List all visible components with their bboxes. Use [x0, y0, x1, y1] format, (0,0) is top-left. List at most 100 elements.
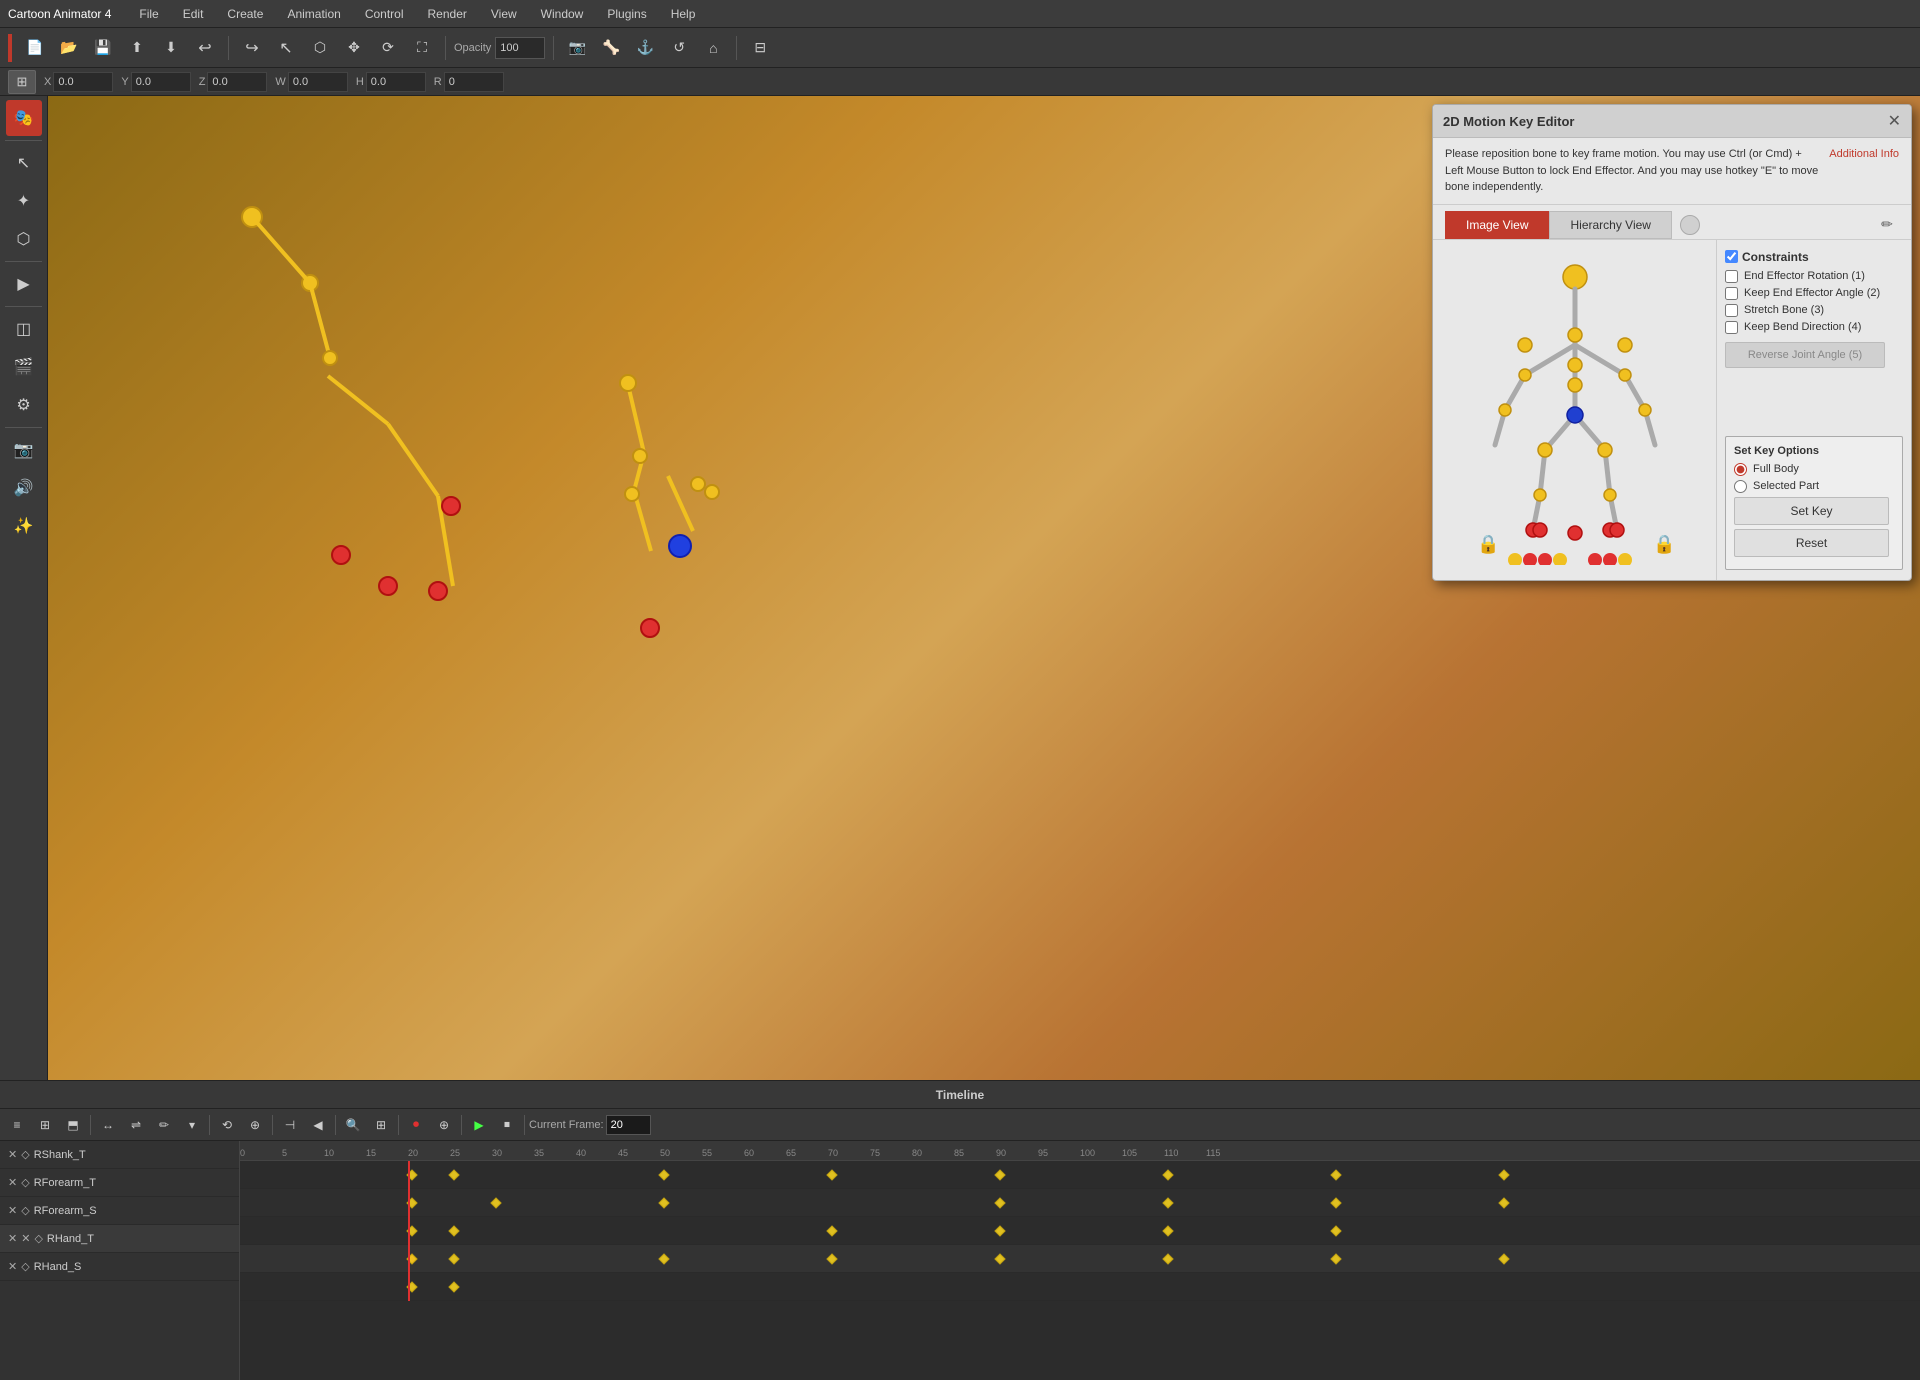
diamond-rshank-6[interactable]	[1330, 1169, 1341, 1180]
menu-window[interactable]: Window	[537, 5, 588, 23]
joint-red-2[interactable]	[378, 576, 398, 596]
skeleton-neck-joint[interactable]	[1568, 328, 1582, 342]
motion-editor-close-button[interactable]: ✕	[1888, 111, 1901, 131]
joint-blue-1[interactable]	[668, 534, 692, 558]
skeleton-bottom-dot-6[interactable]	[1603, 553, 1617, 565]
current-frame-input[interactable]	[606, 1115, 651, 1135]
joint-red-5[interactable]	[640, 618, 660, 638]
sound-lp-button[interactable]: 🔊	[6, 470, 42, 506]
skeleton-chest-joint[interactable]	[1568, 358, 1582, 372]
r-input[interactable]	[444, 72, 504, 92]
skeleton-bottom-dot-4[interactable]	[1553, 553, 1567, 565]
tl-record-button[interactable]: ⏺	[403, 1113, 429, 1137]
rotate-tool[interactable]: ⟳	[373, 34, 403, 62]
track-rforearm-t-remove-icon[interactable]: ✕	[8, 1176, 17, 1189]
track-rshank-remove-icon[interactable]: ✕	[8, 1148, 17, 1161]
joint-red-1[interactable]	[331, 545, 351, 565]
skeleton-right-hip-joint[interactable]	[1598, 443, 1612, 457]
diamond-rhand-t-3[interactable]	[826, 1253, 837, 1264]
home-button[interactable]: ⌂	[698, 34, 728, 62]
tl-list-button[interactable]: ≡	[4, 1113, 30, 1137]
skeleton-right-wrist-joint[interactable]	[1639, 404, 1651, 416]
cb-end-effector-rotation[interactable]	[1725, 270, 1738, 283]
skeleton-left-knee-joint[interactable]	[1534, 489, 1546, 501]
bone-button[interactable]: 🦴	[596, 34, 626, 62]
grid-button[interactable]: ⊞	[8, 70, 36, 94]
tab-image-view[interactable]: Image View	[1445, 211, 1549, 239]
diamond-rhand-t-4[interactable]	[994, 1253, 1005, 1264]
menu-help[interactable]: Help	[667, 5, 700, 23]
diamond-rforearm-s-5[interactable]	[1330, 1225, 1341, 1236]
opacity-input[interactable]	[495, 37, 545, 59]
camera-lp-button[interactable]: 📷	[6, 432, 42, 468]
joint-red-3[interactable]	[428, 581, 448, 601]
tl-grid-button[interactable]: ⊞	[32, 1113, 58, 1137]
track-rforearm-s-diamond-icon[interactable]: ◇	[21, 1204, 29, 1217]
bone-lp-button[interactable]: ✦	[6, 183, 42, 219]
diamond-rforearm-t-2[interactable]	[658, 1197, 669, 1208]
effect-lp-button[interactable]: ✨	[6, 508, 42, 544]
menu-view[interactable]: View	[487, 5, 521, 23]
skeleton-right-shoulder-joint[interactable]	[1618, 338, 1632, 352]
diamond-rhand-t-6[interactable]	[1330, 1253, 1341, 1264]
track-rhand-s-diamond-icon[interactable]: ◇	[21, 1260, 29, 1273]
constraints-master-checkbox[interactable]	[1725, 250, 1738, 263]
w-input[interactable]	[288, 72, 348, 92]
diamond-rhand-t-2[interactable]	[658, 1253, 669, 1264]
skeleton-right-foot-joint-2[interactable]	[1610, 523, 1624, 537]
export-button[interactable]: ⬆	[122, 34, 152, 62]
menu-render[interactable]: Render	[424, 5, 471, 23]
skeleton-left-hip-joint[interactable]	[1538, 443, 1552, 457]
menu-plugins[interactable]: Plugins	[603, 5, 650, 23]
joint-1[interactable]	[322, 350, 338, 366]
canvas-area[interactable]: 2D Motion Key Editor ✕ Please reposition…	[48, 96, 1920, 1080]
diamond-rshank-1[interactable]	[448, 1169, 459, 1180]
diamond-rforearm-t-1[interactable]	[490, 1197, 501, 1208]
menu-control[interactable]: Control	[361, 5, 408, 23]
tl-zoom-out-button[interactable]: 🔍	[340, 1113, 366, 1137]
animate-mode-button[interactable]: 🎭	[6, 100, 42, 136]
set-key-button[interactable]: Set Key	[1734, 497, 1889, 525]
diamond-rshank-4[interactable]	[994, 1169, 1005, 1180]
diamond-rshank-3[interactable]	[826, 1169, 837, 1180]
diamond-rforearm-t-6[interactable]	[1498, 1197, 1509, 1208]
joint-yellow-4[interactable]	[624, 486, 640, 502]
move-tool[interactable]: ✥	[339, 34, 369, 62]
skeleton-right-elbow-joint[interactable]	[1619, 369, 1631, 381]
reset-button[interactable]: Reset	[1734, 529, 1889, 557]
track-rforearm-t-diamond-icon[interactable]: ◇	[21, 1176, 29, 1189]
tl-edit-button[interactable]: ✏	[151, 1113, 177, 1137]
menu-create[interactable]: Create	[223, 5, 267, 23]
radio-full-body-input[interactable]	[1734, 463, 1747, 476]
y-input[interactable]	[131, 72, 191, 92]
menu-file[interactable]: File	[135, 5, 162, 23]
joint-left-shoulder[interactable]	[241, 206, 263, 228]
skeleton-center-foot-joint[interactable]	[1568, 526, 1582, 540]
redo-button[interactable]: ↪	[237, 34, 267, 62]
scale-tool[interactable]: ⛶	[407, 34, 437, 62]
diamond-rhand-s-1[interactable]	[448, 1281, 459, 1292]
new-button[interactable]: 📄	[20, 34, 50, 62]
menu-animation[interactable]: Animation	[283, 5, 344, 23]
skeleton-bottom-dot-2[interactable]	[1523, 553, 1537, 565]
track-rhand-t-remove2-icon[interactable]: ✕	[21, 1232, 30, 1245]
radio-selected-part-input[interactable]	[1734, 480, 1747, 493]
diamond-rforearm-t-5[interactable]	[1330, 1197, 1341, 1208]
skeleton-bottom-dot-5[interactable]	[1588, 553, 1602, 565]
tl-zoom-fit-button[interactable]: ⊞	[368, 1113, 394, 1137]
props-lp-button[interactable]: ⚙	[6, 387, 42, 423]
open-button[interactable]: 📂	[54, 34, 84, 62]
tl-layers-button[interactable]: ⬒	[60, 1113, 86, 1137]
diamond-rforearm-s-4[interactable]	[1162, 1225, 1173, 1236]
diamond-rforearm-t-4[interactable]	[1162, 1197, 1173, 1208]
transform-tool[interactable]: ⬡	[305, 34, 335, 62]
tl-edit2-button[interactable]: ▾	[179, 1113, 205, 1137]
timeline-ruler-tracks[interactable]: 0 5 10 15 20 25 30 35 40 45 50 55 60 65 …	[240, 1141, 1920, 1380]
refresh-button[interactable]: ↺	[664, 34, 694, 62]
joint-left-elbow[interactable]	[301, 274, 319, 292]
skeleton-bottom-dot-3[interactable]	[1538, 553, 1552, 565]
track-rforearm-s-remove-icon[interactable]: ✕	[8, 1204, 17, 1217]
tl-collapse-button[interactable]: ⇌	[123, 1113, 149, 1137]
tab-hierarchy-view[interactable]: Hierarchy View	[1549, 211, 1671, 239]
diamond-rforearm-s-2[interactable]	[826, 1225, 837, 1236]
